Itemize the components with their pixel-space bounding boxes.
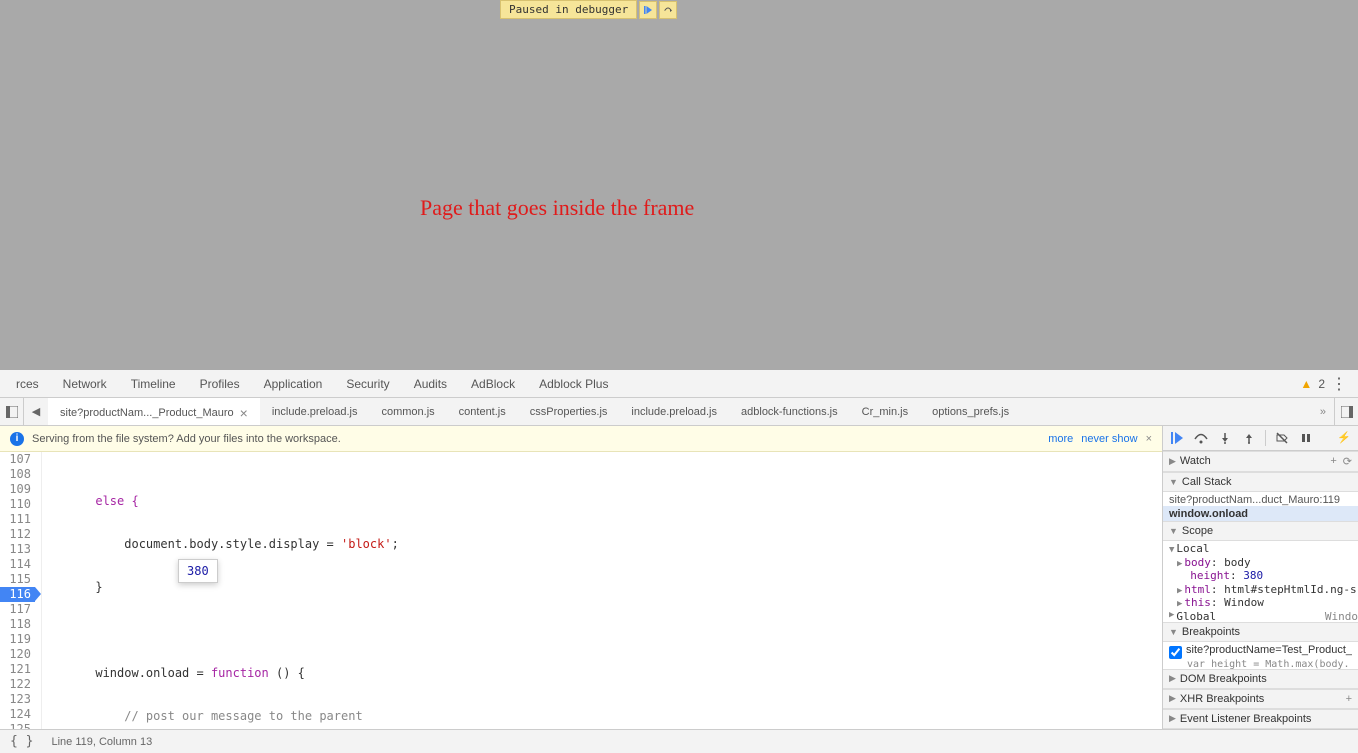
info-text: Serving from the file system? Add your f…	[32, 433, 341, 445]
scope-var[interactable]: ▶html: html#stepHtmlId.ng-s	[1163, 582, 1358, 595]
tab-timeline[interactable]: Timeline	[119, 370, 188, 397]
cursor-position: Line 119, Column 13	[51, 736, 152, 748]
code-lines[interactable]: 380 else { document.body.style.display =…	[42, 452, 1162, 729]
warning-icon[interactable]: ▲	[1300, 377, 1312, 391]
xhr-breakpoints-section[interactable]: ▶XHR Breakpoints+	[1163, 689, 1358, 709]
call-frame-selected[interactable]: window.onload	[1163, 506, 1358, 521]
page-message: Page that goes inside the frame	[420, 195, 694, 221]
close-icon[interactable]: ×	[240, 405, 248, 421]
devtools-tabs: rces Network Timeline Profiles Applicati…	[0, 370, 1358, 398]
file-tab[interactable]: include.preload.js	[619, 398, 729, 425]
tab-adblock[interactable]: AdBlock	[459, 370, 527, 397]
scope-var[interactable]: height: 380	[1163, 568, 1358, 581]
tab-application[interactable]: Application	[252, 370, 335, 397]
editor-pane: i Serving from the file system? Add your…	[0, 426, 1163, 729]
tab-security[interactable]: Security	[334, 370, 401, 397]
add-watch-icon[interactable]: +	[1330, 455, 1336, 468]
debugger-sidebar: ⚡ ▶Watch +⟳ ▼Call Stack site?productNam.…	[1163, 426, 1358, 729]
paused-banner: Paused in debugger	[500, 0, 677, 19]
tab-audits[interactable]: Audits	[402, 370, 459, 397]
debugger-toggle-icon[interactable]	[1334, 398, 1358, 425]
page-preview: Paused in debugger Page that goes inside…	[0, 0, 1358, 370]
step-over-icon[interactable]	[1191, 428, 1211, 448]
refresh-icon[interactable]: ⟳	[1343, 455, 1352, 468]
file-tab[interactable]: Cr_min.js	[850, 398, 920, 425]
step-into-icon[interactable]	[1215, 428, 1235, 448]
breakpoint-checkbox[interactable]	[1169, 646, 1182, 659]
file-tab-label: site?productNam..._Product_Mauro	[60, 407, 234, 419]
watch-section[interactable]: ▶Watch +⟳	[1163, 451, 1358, 472]
tab-network[interactable]: Network	[51, 370, 119, 397]
step-out-icon[interactable]	[1239, 428, 1259, 448]
call-frame[interactable]: site?productNam...duct_Mauro:119	[1163, 492, 1358, 507]
file-tab[interactable]: include.preload.js	[260, 398, 370, 425]
tab-adblockplus[interactable]: Adblock Plus	[527, 370, 620, 397]
callstack-section[interactable]: ▼Call Stack	[1163, 472, 1358, 492]
add-icon[interactable]: +	[1346, 693, 1352, 705]
step-over-button[interactable]	[659, 1, 677, 19]
file-tab[interactable]: options_prefs.js	[920, 398, 1021, 425]
debugger-toolbar: ⚡	[1163, 426, 1358, 451]
info-more[interactable]: more	[1048, 433, 1073, 445]
breakpoint-preview: var height = Math.max(body.	[1163, 659, 1358, 669]
file-tab[interactable]: adblock-functions.js	[729, 398, 850, 425]
scope-var[interactable]: ▶body: body	[1163, 555, 1358, 568]
file-tab[interactable]: common.js	[369, 398, 446, 425]
file-tab[interactable]: content.js	[447, 398, 518, 425]
nav-back-icon[interactable]: ◀	[24, 398, 48, 425]
line-gutter[interactable]: 107108109110111112113114115 116 11711811…	[0, 452, 42, 729]
tab-sources[interactable]: rces	[4, 370, 51, 397]
warning-count: 2	[1318, 377, 1325, 391]
code-editor[interactable]: 107108109110111112113114115 116 11711811…	[0, 452, 1162, 729]
scope-var[interactable]: ▶this: Window	[1163, 595, 1358, 608]
event-listener-breakpoints-section[interactable]: ▶Event Listener Breakpoints	[1163, 709, 1358, 729]
breakpoint-item[interactable]: site?productName=Test_Product_	[1163, 642, 1358, 659]
async-icon[interactable]: ⚡	[1334, 428, 1354, 448]
info-never[interactable]: never show	[1081, 433, 1137, 445]
resume-button[interactable]	[639, 1, 657, 19]
scope-global[interactable]: ▶GlobalWindo	[1163, 609, 1358, 622]
overflow-icon[interactable]: »	[1312, 406, 1334, 418]
source-bar: ◀ site?productNam..._Product_Mauro × inc…	[0, 398, 1358, 426]
scope-section[interactable]: ▼Scope	[1163, 521, 1358, 541]
resume-icon[interactable]	[1167, 428, 1187, 448]
tab-profiles[interactable]: Profiles	[188, 370, 252, 397]
workspace-info-bar: i Serving from the file system? Add your…	[0, 426, 1162, 452]
breakpoint-marker[interactable]: 116	[0, 587, 35, 602]
paused-label: Paused in debugger	[500, 0, 637, 19]
more-icon[interactable]: ⋮	[1331, 374, 1346, 394]
file-tab-active[interactable]: site?productNam..._Product_Mauro ×	[48, 398, 260, 425]
dom-breakpoints-section[interactable]: ▶DOM Breakpoints	[1163, 669, 1358, 689]
pause-exceptions-icon[interactable]	[1296, 428, 1316, 448]
scope-local[interactable]: ▼Local	[1163, 541, 1358, 554]
value-tooltip: 380	[178, 559, 218, 583]
breakpoints-section[interactable]: ▼Breakpoints	[1163, 622, 1358, 642]
file-tab[interactable]: cssProperties.js	[518, 398, 620, 425]
navigator-toggle-icon[interactable]	[0, 398, 24, 425]
pretty-print-icon[interactable]: { }	[10, 734, 33, 749]
info-icon: i	[10, 432, 24, 446]
close-icon[interactable]: ×	[1146, 433, 1152, 445]
status-bar: { } Line 119, Column 13	[0, 729, 1358, 753]
deactivate-bp-icon[interactable]	[1272, 428, 1292, 448]
